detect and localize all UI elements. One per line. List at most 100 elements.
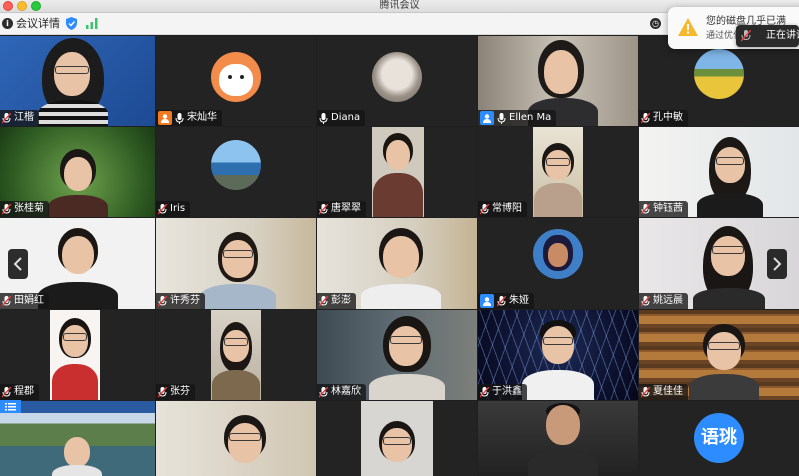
mic-icon [319, 112, 328, 124]
meeting-details-link[interactable]: 会议详情 [16, 16, 60, 31]
warning-icon [678, 18, 698, 36]
participant-video [369, 316, 445, 400]
chevron-right-icon [773, 257, 782, 271]
video-tile[interactable]: Iris [156, 127, 316, 217]
participant-nametag: 程郡 [0, 384, 39, 400]
mic-muted-icon [2, 295, 11, 306]
mic-muted-icon [641, 295, 650, 306]
participant-nametag: 常博阳 [478, 201, 527, 217]
participant-video [693, 226, 765, 309]
video-tile[interactable] [156, 401, 316, 476]
info-icon[interactable]: i [2, 18, 13, 29]
mic-icon [497, 112, 506, 124]
chevron-left-icon [13, 257, 22, 271]
mic-muted-icon [641, 112, 650, 123]
speaking-label: 正在讲话 [766, 30, 799, 41]
speaking-indicator[interactable]: 正在讲话 [736, 25, 799, 47]
participant-video [212, 322, 260, 400]
participant-nametag: 田娟红 [0, 293, 49, 309]
clock-icon[interactable]: ◷ [650, 18, 661, 29]
participant-nametag: 江楷 [0, 110, 39, 126]
participant-video [697, 137, 763, 217]
video-tile[interactable]: 张桂菊 [0, 127, 155, 217]
mic-muted-icon [641, 386, 650, 397]
video-tile[interactable]: 钟钰茜 [639, 127, 799, 217]
video-tile[interactable]: Ellen Ma [478, 36, 638, 126]
video-tile[interactable]: 彭澎 [317, 218, 477, 309]
mic-muted-icon [480, 386, 489, 397]
participant-nametag: 姚远晨 [639, 293, 688, 309]
participant-nametag: 唐翠翠 [317, 201, 366, 217]
mic-muted-icon [641, 203, 650, 214]
list-icon [5, 403, 16, 411]
participant-video [52, 431, 102, 476]
participant-nametag: Diana [317, 110, 366, 126]
participant-video [48, 149, 108, 217]
video-tile[interactable]: 宋灿华 [156, 36, 316, 126]
mic-muted-icon [158, 386, 167, 397]
mic-muted-icon [497, 295, 506, 306]
participant-video [210, 415, 280, 476]
participant-video [361, 228, 441, 309]
participant-nametag: 夏佳佳 [639, 384, 688, 400]
participant-video [689, 324, 759, 400]
participant-video [528, 403, 598, 476]
video-tile[interactable]: 唐翠翠 [317, 127, 477, 217]
video-tile[interactable]: 孔中敏 [639, 36, 799, 126]
network-signal-icon[interactable] [86, 18, 98, 29]
video-tile[interactable]: 夏佳佳 [639, 310, 799, 400]
video-tile[interactable]: 常博阳 [478, 127, 638, 217]
participant-avatar [533, 229, 583, 280]
mic-muted-icon [319, 295, 328, 306]
security-shield-icon[interactable] [66, 17, 77, 30]
mic-muted-icon [480, 203, 489, 214]
participant-nametag: 宋灿华 [156, 110, 222, 126]
video-tile[interactable]: Diana [317, 36, 477, 126]
participant-nametag: 许秀芬 [156, 293, 205, 309]
host-badge-icon [158, 111, 172, 125]
video-tile[interactable]: 程郡 [0, 310, 155, 400]
video-grid: 江楷 宋灿华 Diana Ellen Ma 孔中敏 张桂菊 Iris 唐翠翠 常… [0, 36, 799, 476]
previous-page-button[interactable] [8, 249, 28, 279]
video-tile[interactable]: 语珧 [639, 401, 799, 476]
video-tile[interactable]: 于洪鑫 [478, 310, 638, 400]
participant-nametag: 钟钰茜 [639, 201, 688, 217]
video-tile[interactable]: 江楷 [0, 36, 155, 126]
cohost-badge-icon [480, 294, 494, 308]
participant-video [52, 318, 98, 400]
participant-nametag: 张芬 [156, 384, 195, 400]
mic-muted-icon [2, 386, 11, 397]
participant-video [369, 421, 425, 476]
mic-muted-icon [319, 203, 328, 214]
participant-nametag: Iris [156, 201, 191, 217]
participant-text-avatar: 语珧 [694, 413, 744, 463]
participant-nametag: 于洪鑫 [478, 384, 527, 400]
participant-avatar [694, 48, 744, 99]
next-page-button[interactable] [767, 249, 787, 279]
participant-video [200, 232, 276, 309]
mic-muted-icon [158, 295, 167, 306]
participant-video [373, 133, 423, 217]
participant-nametag: Ellen Ma [478, 110, 557, 126]
mic-muted-icon [158, 203, 167, 214]
participant-nametag: 彭澎 [317, 293, 356, 309]
participant-video [534, 143, 582, 217]
video-tile[interactable]: 朱娅 [478, 218, 638, 309]
video-tile[interactable]: 林嘉欣 [317, 310, 477, 400]
mic-muted-icon [741, 30, 751, 42]
participant-video [30, 36, 120, 126]
video-tile[interactable]: 张芬 [156, 310, 316, 400]
mic-icon [175, 112, 184, 124]
video-tile[interactable] [317, 401, 477, 476]
mic-muted-icon [319, 386, 328, 397]
video-tile[interactable] [478, 401, 638, 476]
video-tile[interactable] [0, 401, 155, 476]
cohost-badge-icon [480, 111, 494, 125]
participant-nametag: 林嘉欣 [317, 384, 366, 400]
video-tile[interactable]: 许秀芬 [156, 218, 316, 309]
participant-avatar [211, 139, 261, 190]
mic-muted-icon [2, 203, 11, 214]
participant-nametag: 孔中敏 [639, 110, 688, 126]
participant-video [38, 228, 118, 309]
list-view-button[interactable] [0, 400, 21, 413]
